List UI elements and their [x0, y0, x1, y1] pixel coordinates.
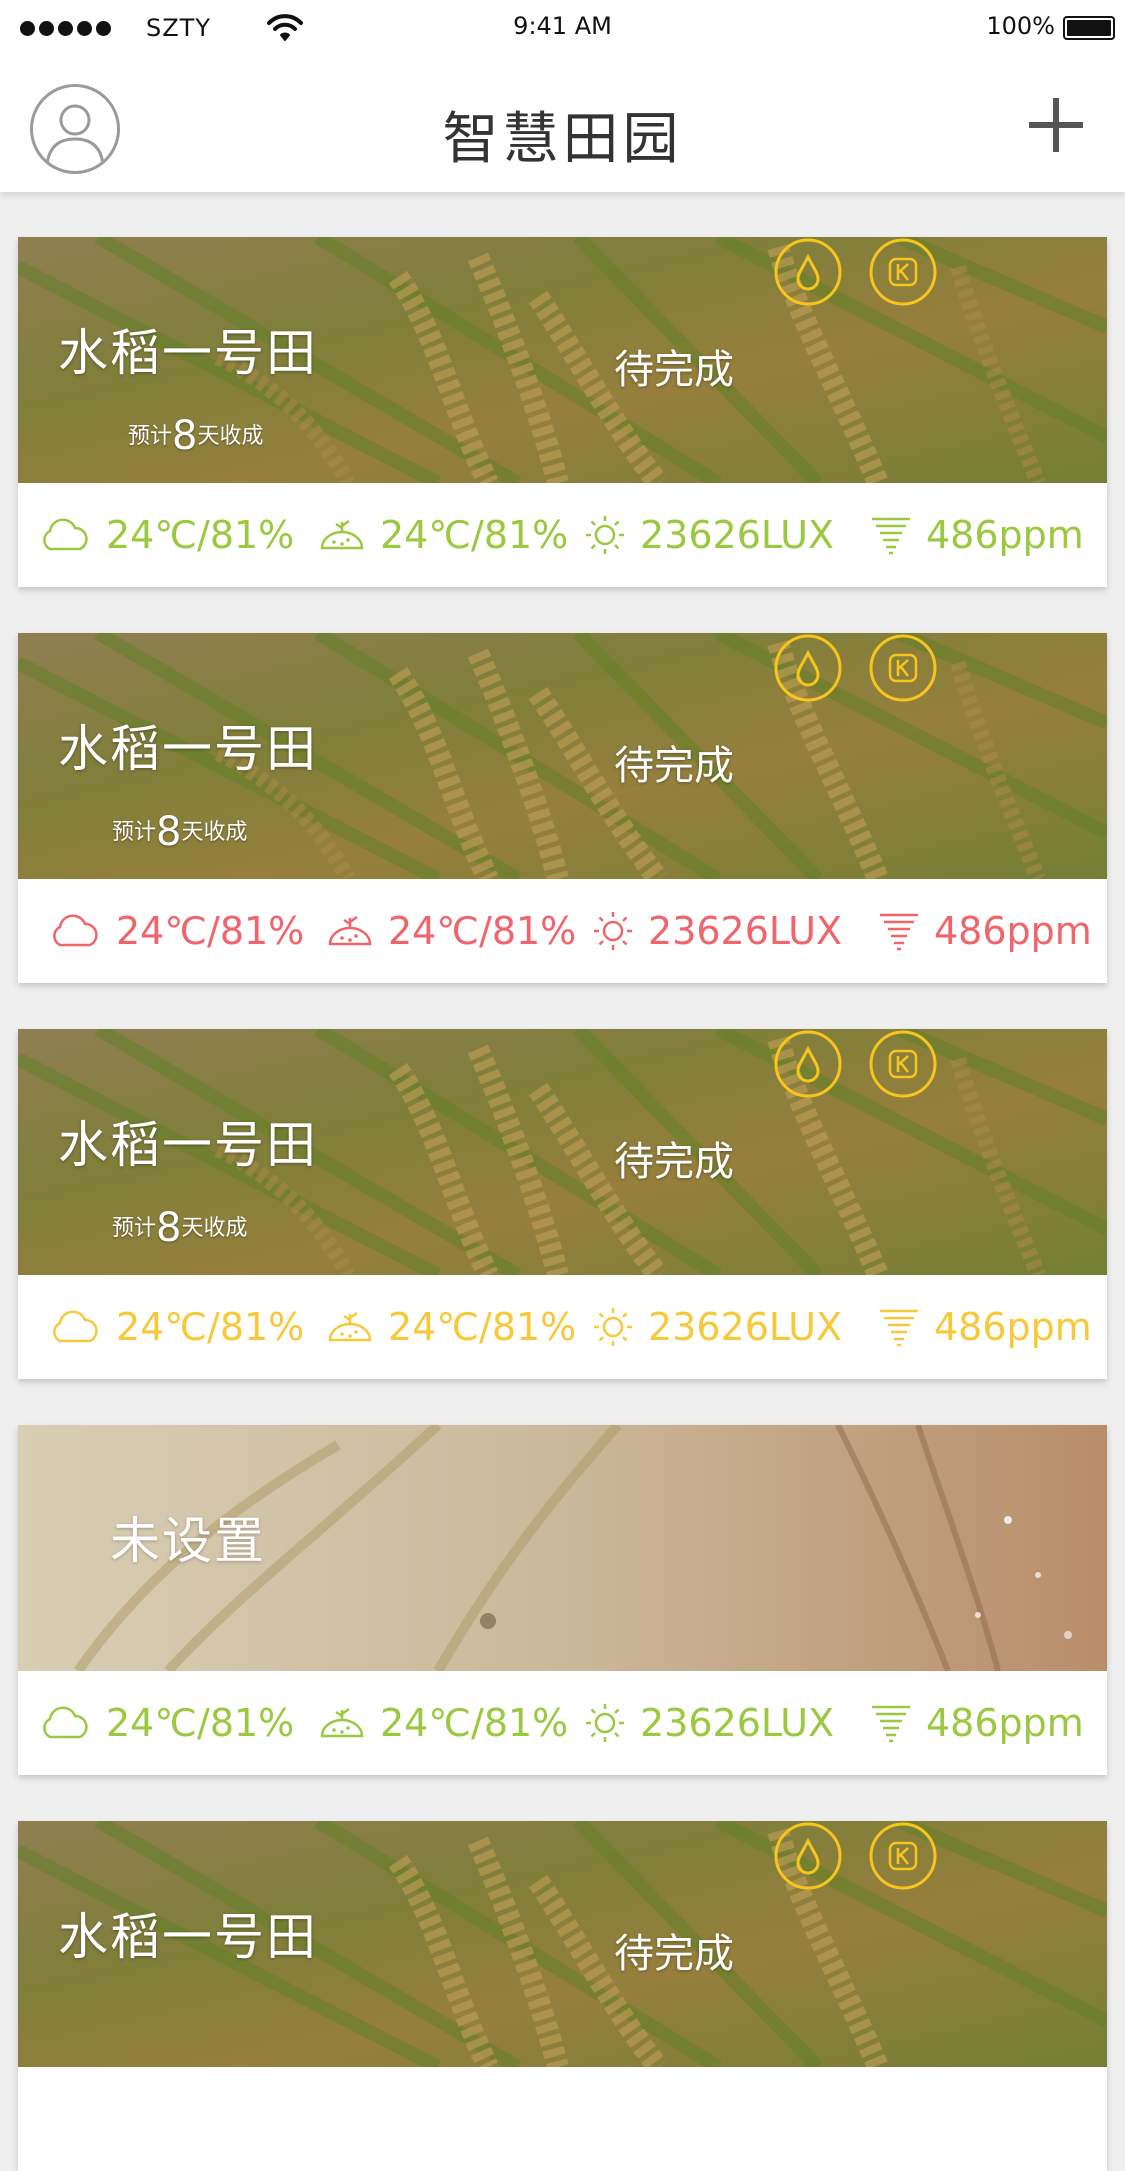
- light-value: 23626LUX: [640, 513, 835, 557]
- cloud-icon: [53, 914, 98, 947]
- air-value: 24℃/81%: [106, 1701, 295, 1745]
- field-banner-image: 未设置: [18, 1425, 1107, 1671]
- light-value: 23626LUX: [648, 909, 843, 953]
- air-stat: 24℃/81%: [48, 879, 304, 983]
- sensor-stats: 24℃/81% 24℃/81% 23626LUX 486ppm: [18, 483, 1107, 587]
- co2-value: 486ppm: [934, 909, 1092, 953]
- water-drop-icon[interactable]: [773, 237, 843, 307]
- sensor-stats: 24℃/81% 24℃/81% 23626LUX 486ppm: [18, 1275, 1107, 1379]
- potassium-icon[interactable]: [868, 633, 938, 703]
- soil-value: 24℃/81%: [380, 1701, 569, 1745]
- field-card[interactable]: 水稻一号田 待完成: [18, 1821, 1107, 2171]
- sun-icon: [594, 912, 632, 950]
- potassium-icon[interactable]: [868, 1821, 938, 1891]
- field-banner-image: 水稻一号田 待完成: [18, 1821, 1107, 2067]
- field-name: 未设置: [110, 1512, 266, 1570]
- soil-sprout-icon: [320, 519, 364, 550]
- potassium-icon[interactable]: [868, 1029, 938, 1099]
- soil-stat: 24℃/81%: [326, 879, 576, 983]
- field-name: 水稻一号田: [58, 1116, 318, 1174]
- co2-stat: 486ppm: [870, 1671, 1084, 1775]
- soil-stat: 24℃/81%: [318, 1671, 568, 1775]
- air-stat: 24℃/81%: [38, 1671, 294, 1775]
- nav-bar: 智慧田园: [0, 58, 1125, 192]
- air-value: 24℃/81%: [116, 909, 305, 953]
- harvest-estimate: 预计8天收成: [128, 413, 264, 459]
- field-name: 水稻一号田: [58, 1908, 318, 1966]
- potassium-icon[interactable]: [868, 237, 938, 307]
- soil-sprout-icon: [320, 1707, 364, 1738]
- soil-value: 24℃/81%: [380, 513, 569, 557]
- co2-value: 486ppm: [926, 513, 1084, 557]
- sun-icon: [594, 1308, 632, 1346]
- task-status: 待完成: [614, 347, 734, 393]
- air-stat: 24℃/81%: [38, 483, 294, 587]
- soil-value: 24℃/81%: [388, 1305, 577, 1349]
- user-avatar-icon[interactable]: [30, 84, 120, 174]
- field-banner-image: 水稻一号田 预计8天收成 待完成: [18, 633, 1107, 879]
- soil-stat: 24℃/81%: [318, 483, 568, 587]
- water-drop-icon[interactable]: [773, 1029, 843, 1099]
- field-card[interactable]: 水稻一号田 预计8天收成 待完成 24℃/81% 24℃/81% 23626LU…: [18, 1029, 1107, 1379]
- harvest-estimate: 预计8天收成: [112, 809, 248, 855]
- field-card[interactable]: 未设置 24℃/81% 24℃/81% 23626LUX 486ppm: [18, 1425, 1107, 1775]
- cloud-icon: [43, 518, 88, 551]
- page-title: 智慧田园: [442, 107, 683, 172]
- co2-funnel-icon: [872, 517, 910, 555]
- light-stat: 23626LUX: [592, 879, 842, 983]
- field-name: 水稻一号田: [58, 720, 318, 778]
- signal-strength-icon: [20, 21, 111, 36]
- co2-stat: 486ppm: [878, 1275, 1092, 1379]
- task-status: 待完成: [614, 743, 734, 789]
- air-value: 24℃/81%: [116, 1305, 305, 1349]
- field-name: 水稻一号田: [58, 324, 318, 382]
- light-value: 23626LUX: [640, 1701, 835, 1745]
- sun-icon: [586, 1704, 624, 1742]
- add-field-button[interactable]: [1027, 96, 1085, 154]
- soil-sprout-icon: [328, 915, 372, 946]
- field-banner-image: 水稻一号田 预计8天收成 待完成: [18, 1029, 1107, 1275]
- soil-sprout-icon: [328, 1311, 372, 1342]
- light-stat: 23626LUX: [584, 1671, 834, 1775]
- field-banner-image: 水稻一号田 预计8天收成 待完成: [18, 237, 1107, 483]
- water-drop-icon[interactable]: [773, 1821, 843, 1891]
- harvest-estimate: 预计8天收成: [112, 1205, 248, 1251]
- carrier-label: SZTY: [146, 14, 211, 42]
- light-value: 23626LUX: [648, 1305, 843, 1349]
- wifi-icon: [267, 14, 303, 41]
- battery-icon: [1063, 16, 1115, 40]
- light-stat: 23626LUX: [592, 1275, 842, 1379]
- sensor-stats: 24℃/81% 24℃/81% 23626LUX 486ppm: [18, 879, 1107, 983]
- co2-stat: 486ppm: [870, 483, 1084, 587]
- air-value: 24℃/81%: [106, 513, 295, 557]
- task-status: 待完成: [614, 1931, 734, 1977]
- air-stat: 24℃/81%: [48, 1275, 304, 1379]
- co2-funnel-icon: [880, 1309, 918, 1347]
- sun-icon: [586, 516, 624, 554]
- sensor-stats: 24℃/81% 24℃/81% 23626LUX 486ppm: [18, 1671, 1107, 1775]
- cloud-icon: [53, 1310, 98, 1343]
- light-stat: 23626LUX: [584, 483, 834, 587]
- co2-stat: 486ppm: [878, 879, 1092, 983]
- battery-percent: 100%: [986, 12, 1055, 40]
- soil-value: 24℃/81%: [388, 909, 577, 953]
- cloud-icon: [43, 1706, 88, 1739]
- soil-stat: 24℃/81%: [326, 1275, 576, 1379]
- co2-funnel-icon: [880, 913, 918, 951]
- status-bar: SZTY 9:41 AM 100%: [0, 0, 1125, 58]
- field-card[interactable]: 水稻一号田 预计8天收成 待完成 24℃/81% 24℃/81% 23626LU…: [18, 633, 1107, 983]
- field-card[interactable]: 水稻一号田 预计8天收成 待完成 24℃/81% 24℃/81% 23626LU…: [18, 237, 1107, 587]
- co2-funnel-icon: [872, 1705, 910, 1743]
- water-drop-icon[interactable]: [773, 633, 843, 703]
- task-status: 待完成: [614, 1139, 734, 1185]
- co2-value: 486ppm: [926, 1701, 1084, 1745]
- co2-value: 486ppm: [934, 1305, 1092, 1349]
